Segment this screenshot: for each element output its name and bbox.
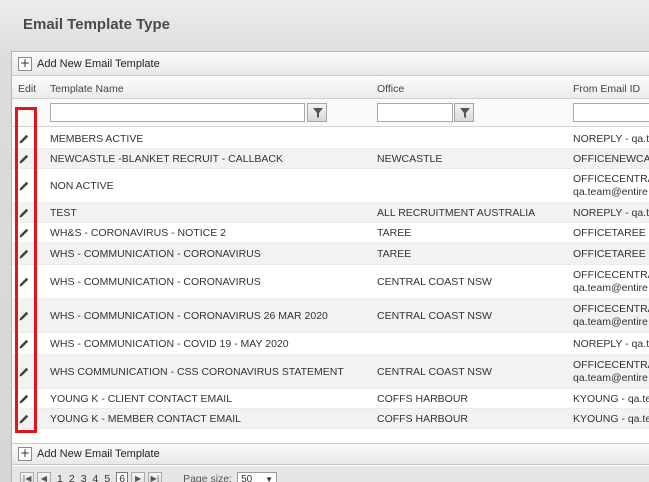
from-email-cell: OFFICECENTRAI xyxy=(573,303,649,315)
template-name-cell: WHS - COMMUNICATION - CORONAVIRUS xyxy=(50,248,261,260)
filter-row xyxy=(12,99,649,127)
plus-icon[interactable]: + xyxy=(18,447,32,461)
add-template-button-bottom[interactable]: Add New Email Template xyxy=(37,448,160,460)
page-number-link[interactable]: 3 xyxy=(81,473,87,482)
column-header-office[interactable]: Office xyxy=(377,83,404,95)
from-email-cell: KYOUNG - qa.te xyxy=(573,393,649,405)
office-cell: CENTRAL COAST NSW xyxy=(377,310,492,322)
from-email-address: qa.team@entire xyxy=(573,186,648,198)
prev-page-button[interactable]: ◀ xyxy=(37,472,51,482)
from-email-cell: KYOUNG - qa.te xyxy=(573,413,649,425)
office-cell: COFFS HARBOUR xyxy=(377,393,469,405)
table-row[interactable]: MEMBERS ACTIVE NOREPLY - qa.te xyxy=(12,129,649,149)
table-row[interactable]: WHS - COMMUNICATION - COVID 19 - MAY 202… xyxy=(12,333,649,355)
page-numbers: 123456 xyxy=(54,472,131,482)
funnel-icon xyxy=(460,108,470,118)
office-filter-input[interactable] xyxy=(377,103,453,122)
first-page-button[interactable]: |◀ xyxy=(20,472,34,482)
template-name-cell: WHS - COMMUNICATION - COVID 19 - MAY 202… xyxy=(50,338,289,350)
template-grid: + Add New Email Template Edit Template N… xyxy=(11,51,649,482)
page-number-link[interactable]: 2 xyxy=(69,473,75,482)
chevron-down-icon: ▼ xyxy=(265,474,274,482)
from-email-cell: OFFICETAREE - xyxy=(573,248,649,260)
from-email-cell: OFFICECENTRAI xyxy=(573,173,649,185)
grid-rows: MEMBERS ACTIVE NOREPLY - qa.te NEWCASTLE -… xyxy=(12,129,649,429)
page-title: Email Template Type xyxy=(23,16,170,33)
command-bar-top: + Add New Email Template xyxy=(12,52,649,76)
page-number-link[interactable]: 4 xyxy=(93,473,99,482)
template-name-cell: WHS - COMMUNICATION - CORONAVIRUS 26 MAR… xyxy=(50,310,328,322)
plus-icon[interactable]: + xyxy=(18,56,32,71)
office-cell: ALL RECRUITMENT AUSTRALIA xyxy=(377,207,536,219)
table-row[interactable]: NON ACTIVE OFFICECENTRAIqa.team@entire xyxy=(12,169,649,203)
template-name-cell: YOUNG K - CLIENT CONTACT EMAIL xyxy=(50,393,233,405)
template-name-cell: TEST xyxy=(50,207,77,219)
office-cell: TAREE xyxy=(377,227,412,239)
table-row[interactable]: WHS - COMMUNICATION - CORONAVIRUS CENTRAL… xyxy=(12,265,649,299)
column-header-edit: Edit xyxy=(18,83,37,95)
pager: |◀ ◀ 123456 ▶ ▶| Page size: 50 ▼ xyxy=(12,466,649,482)
table-row[interactable]: WHS - COMMUNICATION - CORONAVIRUS TAREE OF… xyxy=(12,243,649,265)
from-email-address: qa.team@entire xyxy=(573,316,648,328)
from-email-cell: NOREPLY - qa.te xyxy=(573,338,649,350)
template-name-cell: NEWCASTLE -BLANKET RECRUIT - CALLBACK xyxy=(50,153,283,165)
table-row[interactable]: YOUNG K - CLIENT CONTACT EMAIL COFFS HARB… xyxy=(12,389,649,409)
edit-column-highlight xyxy=(15,107,37,433)
template-name-cell: YOUNG K - MEMBER CONTACT EMAIL xyxy=(50,413,241,425)
add-template-button[interactable]: Add New Email Template xyxy=(37,58,160,70)
column-header-template-name[interactable]: Template Name xyxy=(50,83,124,95)
command-bar-bottom: + Add New Email Template xyxy=(12,443,649,465)
from-email-cell: OFFICECENTRAI xyxy=(573,269,649,281)
from-email-cell: NOREPLY - qa.te xyxy=(573,207,649,219)
column-header-from-email[interactable]: From Email ID xyxy=(573,83,640,95)
office-cell: TAREE xyxy=(377,248,412,260)
page-number-link[interactable]: 5 xyxy=(104,473,110,482)
from-email-address: qa.team@entire xyxy=(573,372,648,384)
from-email-cell: OFFICETAREE - xyxy=(573,227,649,239)
page-size-value: 50 xyxy=(241,473,253,482)
page-number-link[interactable]: 1 xyxy=(57,473,63,482)
next-page-button[interactable]: ▶ xyxy=(131,472,146,482)
table-row[interactable]: TEST ALL RECRUITMENT AUSTRALIA NOREPLY - q… xyxy=(12,203,649,223)
template-name-cell: NON ACTIVE xyxy=(50,180,114,192)
grid-header: Edit Template Name Office From Email ID xyxy=(12,77,649,99)
template-name-cell: MEMBERS ACTIVE xyxy=(50,133,144,145)
office-cell: NEWCASTLE xyxy=(377,153,443,165)
table-row[interactable]: WHS - COMMUNICATION - CORONAVIRUS 26 MAR… xyxy=(12,299,649,333)
template-name-cell: WHS - COMMUNICATION - CORONAVIRUS xyxy=(50,276,261,288)
template-name-filter-button[interactable] xyxy=(307,103,327,122)
office-cell: CENTRAL COAST NSW xyxy=(377,366,492,378)
from-email-cell: OFFICECENTRAI xyxy=(573,359,649,371)
from-email-cell: OFFICENEWCAS xyxy=(573,153,649,165)
table-row[interactable]: NEWCASTLE -BLANKET RECRUIT - CALLBACK NEW… xyxy=(12,149,649,169)
template-name-filter-input[interactable] xyxy=(50,103,305,122)
table-row[interactable]: WHS COMMUNICATION - CSS CORONAVIRUS STAT… xyxy=(12,355,649,389)
table-row[interactable]: WH&S - CORONAVIRUS - NOTICE 2 TAREE OFFICE… xyxy=(12,223,649,243)
template-name-cell: WHS COMMUNICATION - CSS CORONAVIRUS STAT… xyxy=(50,366,344,378)
funnel-icon xyxy=(313,108,323,118)
last-page-button[interactable]: ▶| xyxy=(148,472,163,482)
office-filter-button[interactable] xyxy=(454,103,474,122)
table-row[interactable]: YOUNG K - MEMBER CONTACT EMAIL COFFS HARB… xyxy=(12,409,649,429)
page-number-link[interactable]: 6 xyxy=(116,472,129,482)
page-size-select[interactable]: 50 ▼ xyxy=(237,471,278,482)
office-cell: COFFS HARBOUR xyxy=(377,413,469,425)
email-template-window: Email Template Type + Add New Email Temp… xyxy=(0,0,649,482)
from-email-address: qa.team@entire xyxy=(573,282,648,294)
page-size-label: Page size: xyxy=(183,473,233,482)
template-name-cell: WH&S - CORONAVIRUS - NOTICE 2 xyxy=(50,227,226,239)
from-email-filter-input[interactable] xyxy=(573,103,649,122)
from-email-cell: NOREPLY - qa.te xyxy=(573,133,649,145)
office-cell: CENTRAL COAST NSW xyxy=(377,276,492,288)
